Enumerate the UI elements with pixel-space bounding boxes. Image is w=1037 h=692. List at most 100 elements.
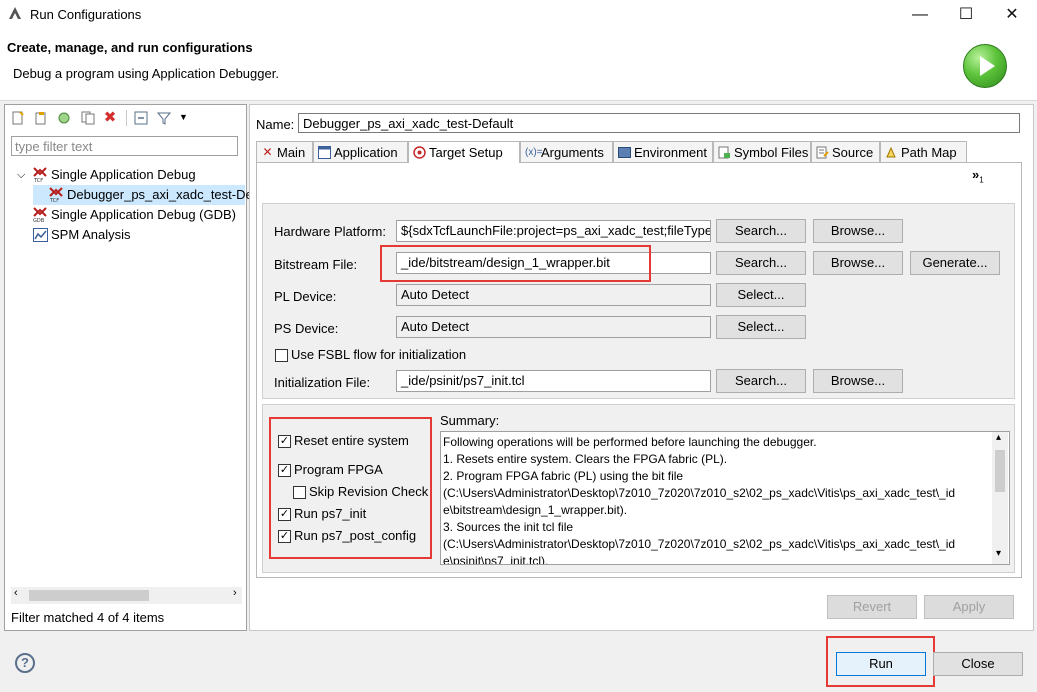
name-input[interactable]: Debugger_ps_axi_xadc_test-Default [298,113,1020,133]
duplicate-icon[interactable] [81,111,95,125]
run-ps7-post-config-checkbox[interactable]: ✓ [278,530,291,543]
name-label: Name: [256,117,295,132]
tab-main[interactable]: ✕ Main [256,141,313,162]
minimize-button[interactable]: — [897,0,943,30]
scrollbar-thumb[interactable] [29,590,149,601]
tree-item-single-app-debug-gdb[interactable]: GDB Single Application Debug (GDB) [17,205,245,225]
init-search-button[interactable]: Search... [716,369,806,393]
hw-search-button[interactable]: Search... [716,219,806,243]
run-ps7-init-label: Run ps7_init [294,506,367,521]
delete-icon[interactable]: ✖ [103,110,117,125]
maximize-button[interactable]: ☐ [943,0,989,30]
scroll-down-icon[interactable]: ▾ [996,548,1001,559]
pl-device-field: Auto Detect [396,284,711,306]
tab-label: Source [832,145,874,160]
filter-icon[interactable] [156,111,172,125]
new-prototype-icon[interactable] [34,111,48,125]
scroll-right-icon[interactable]: › [233,587,237,599]
pl-device-label: PL Device: [274,289,337,304]
tcf-icon: TCF [49,187,63,204]
export-config-icon[interactable] [57,111,71,125]
tab-label: Arguments [541,145,604,160]
expand-chevron-icon[interactable]: ⌵ [17,165,25,185]
tab-path-map[interactable]: Path Map [880,141,967,162]
tree-item-debugger-config[interactable]: TCF Debugger_ps_axi_xadc_test-De [33,185,253,205]
reset-system-checkbox[interactable]: ✓ [278,435,291,448]
tab-label: Application [334,145,398,160]
new-config-icon[interactable] [11,111,25,125]
summary-text[interactable]: Following operations will be performed b… [440,431,1010,565]
tree-horizontal-scrollbar[interactable]: ‹ › [11,587,242,604]
filter-input[interactable]: type filter text [11,136,238,156]
tab-target-setup[interactable]: Target Setup [408,141,520,163]
revert-button[interactable]: Revert [827,595,917,619]
hw-browse-button[interactable]: Browse... [813,219,903,243]
tab-symbol-files[interactable]: Symbol Files [713,141,811,162]
target-tab-icon [413,146,426,159]
scroll-left-icon[interactable]: ‹ [14,587,18,599]
dialog-header: Create, manage, and run configurations D… [0,30,1037,101]
tab-source[interactable]: Source [811,141,880,162]
header-subtitle: Debug a program using Application Debugg… [13,66,279,81]
tab-environment[interactable]: Environment [613,141,713,162]
bitstream-browse-button[interactable]: Browse... [813,251,903,275]
scroll-up-icon[interactable]: ▴ [996,432,1001,443]
tree-item-label: Single Application Debug [51,167,196,182]
tab-overflow-chevron-icon[interactable]: »1 [972,167,984,185]
tree-item-label: Single Application Debug (GDB) [51,207,236,222]
environment-tab-icon [618,146,631,159]
tab-arguments[interactable]: (x)= Arguments [520,141,613,162]
apply-button[interactable]: Apply [924,595,1014,619]
init-file-field[interactable]: _ide/psinit/ps7_init.tcl [396,370,711,392]
tree-item-spm-analysis[interactable]: SPM Analysis [17,225,245,245]
filter-menu-chevron-down-icon[interactable]: ▼ [179,112,188,122]
svg-text:TCF: TCF [49,198,59,203]
close-window-button[interactable]: ✕ [989,0,1035,30]
gdb-icon: GDB [33,207,47,224]
ps-device-field: Auto Detect [396,316,711,338]
tree-item-label: SPM Analysis [51,227,131,242]
fsbl-checkbox[interactable] [275,349,288,362]
init-file-label: Initialization File: [274,375,371,390]
title-bar: Run Configurations — ☐ ✕ [0,0,1037,30]
tab-label: Main [277,145,306,160]
svg-text:GDB: GDB [33,218,45,223]
tab-label: Environment [634,145,707,160]
bitstream-search-button[interactable]: Search... [716,251,806,275]
summary-line: e\bitstream\design_1_wrapper.bit). [443,503,628,517]
hardware-platform-label: Hardware Platform: [274,224,386,239]
application-tab-icon [318,146,331,159]
ps-select-button[interactable]: Select... [716,315,806,339]
options-group: ✓ Reset entire system ✓ Program FPGA Ski… [262,404,1015,573]
run-button[interactable]: Run [836,652,926,676]
tree-item-single-app-debug[interactable]: ⌵ TCF Single Application Debug [17,165,245,185]
summary-label: Summary: [440,413,500,428]
run-ps7-init-checkbox[interactable]: ✓ [278,508,291,521]
help-icon[interactable]: ? [15,653,35,673]
bitstream-file-label: Bitstream File: [274,257,358,272]
run-ps7-post-config-label: Run ps7_post_config [294,528,417,543]
collapse-all-icon[interactable] [134,111,148,125]
summary-vertical-scrollbar[interactable]: ▴ ▾ [992,432,1008,564]
tab-label: Path Map [901,145,957,160]
summary-line: Following operations will be performed b… [443,435,817,449]
init-browse-button[interactable]: Browse... [813,369,903,393]
target-setup-panel: »1 Hardware Platform: ${sdxTcfLaunchFile… [256,162,1022,578]
scrollbar-thumb[interactable] [995,450,1005,492]
program-fpga-checkbox[interactable]: ✓ [278,464,291,477]
tab-application[interactable]: Application [313,141,408,162]
toolbar-divider [126,110,127,126]
pl-select-button[interactable]: Select... [716,283,806,307]
program-fpga-label: Program FPGA [294,462,383,477]
summary-line: 2. Program FPGA fabric (PL) using the bi… [443,469,684,483]
window-title: Run Configurations [30,7,142,22]
summary-lines: Following operations will be performed b… [441,434,991,565]
generate-button[interactable]: Generate... [910,251,1000,275]
close-button[interactable]: Close [933,652,1023,676]
summary-line: e\psinit\ps7_init.tcl). [443,554,549,565]
summary-line: 3. Sources the init tcl file [443,520,574,534]
summary-line: 1. Resets entire system. Clears the FPGA… [443,452,728,466]
hardware-platform-field[interactable]: ${sdxTcfLaunchFile:project=ps_axi_xadc_t… [396,220,711,242]
skip-revision-checkbox[interactable] [293,486,306,499]
app-icon [9,7,21,19]
